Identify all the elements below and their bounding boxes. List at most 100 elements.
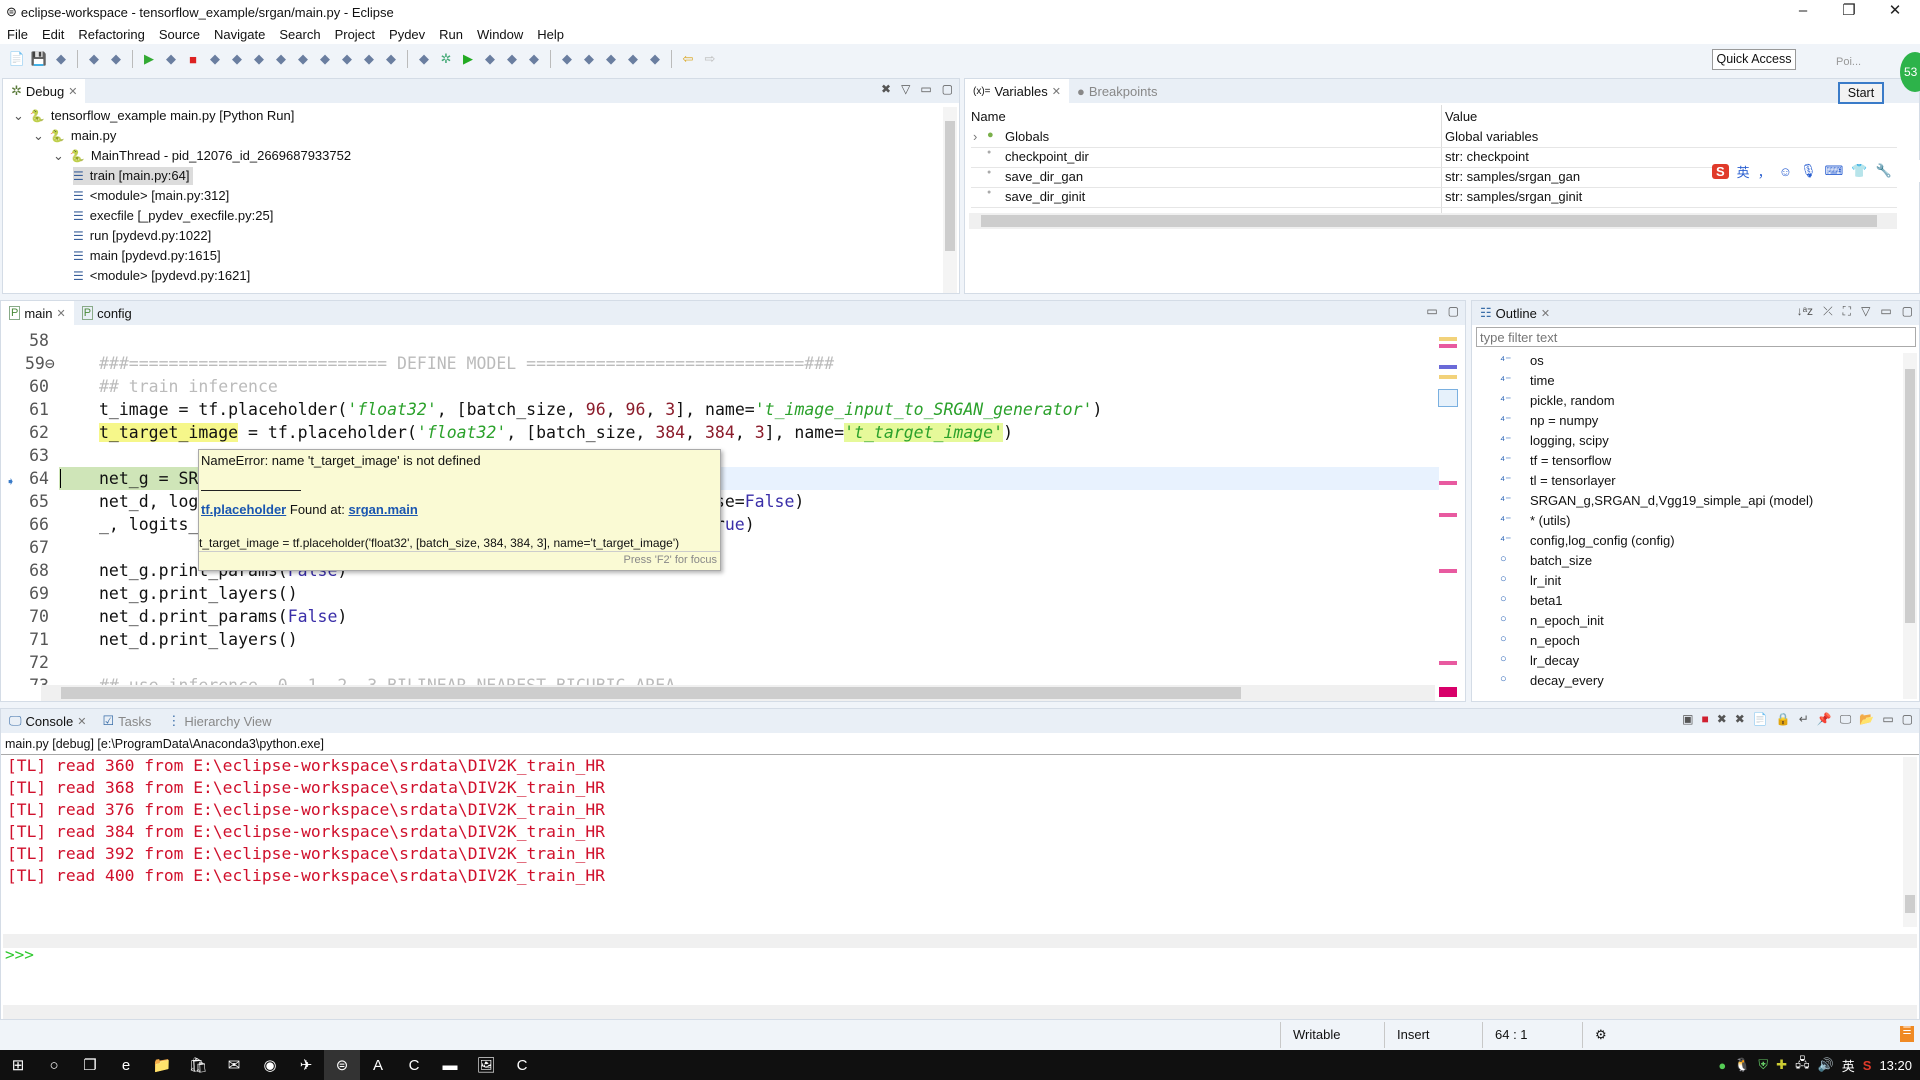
store-icon[interactable]: 🛍 <box>180 1050 216 1080</box>
maximize-icon[interactable]: ▢ <box>942 82 953 96</box>
variable-value[interactable]: str: checkpoint <box>1445 149 1529 164</box>
debug-scrollbar[interactable] <box>943 107 957 293</box>
outline-item[interactable]: decay_every <box>1530 673 1604 688</box>
code-line[interactable]: 59⊖ ###========================== DEFINE … <box>1 352 1439 375</box>
quick-access-field[interactable]: Quick Access <box>1712 49 1796 70</box>
console-prompt[interactable]: >>> <box>5 945 34 964</box>
maximize-icon[interactable]: ▢ <box>1902 712 1913 727</box>
debug-tree-item[interactable]: ⌄ 🐍 MainThread - pid_12076_id_266968793375… <box>53 147 351 165</box>
mail-icon[interactable]: ✉ <box>216 1050 252 1080</box>
outline-item[interactable]: config,log_config (config) <box>1530 533 1675 548</box>
drop-to-frame-icon[interactable]: ◆ <box>294 50 312 68</box>
use-step-filters-icon[interactable]: ◆ <box>316 50 334 68</box>
settings-wrench-icon[interactable]: 🔧 <box>1875 163 1891 179</box>
close-tab-icon[interactable]: ✕ <box>1541 307 1550 320</box>
edge-icon[interactable]: e <box>108 1050 144 1080</box>
minimize-icon[interactable]: ▭ <box>1426 304 1437 318</box>
expand-all-icon[interactable]: ⛶ <box>1843 304 1851 319</box>
last-edit-icon[interactable]: ◆ <box>646 50 664 68</box>
outline-item[interactable]: beta1 <box>1530 593 1563 608</box>
volume-icon[interactable]: 🔊 <box>1818 1057 1834 1073</box>
open-console-icon[interactable]: 📂 <box>1859 712 1874 727</box>
minimize-button[interactable]: – <box>1780 0 1826 24</box>
outline-item[interactable]: tf = tensorflow <box>1530 453 1611 468</box>
run-icon[interactable]: ▶ <box>459 50 477 68</box>
cortana-icon[interactable]: ○ <box>36 1050 72 1080</box>
outline-scrollbar[interactable] <box>1903 353 1917 699</box>
pydev-debug-icon[interactable]: ◆ <box>382 50 400 68</box>
debug-icon[interactable]: ✲ <box>437 50 455 68</box>
tab-variables[interactable]: (x)= Variables ✕ <box>965 79 1069 103</box>
display-console-icon[interactable]: 🖵 <box>1840 712 1852 727</box>
clock[interactable]: 13:20 <box>1879 1058 1912 1073</box>
debug-tree-item[interactable]: ☰ <module> [main.py:312] <box>73 187 229 205</box>
profile-icon[interactable]: ◆ <box>85 50 103 68</box>
debug-tree-item[interactable]: ⌄ 🐍 main.py <box>33 127 116 145</box>
remove-all-icon[interactable]: ✖ <box>1735 712 1745 727</box>
open-type-icon[interactable]: ◆ <box>415 50 433 68</box>
console-line[interactable]: [TL] read 368 from E:\eclipse-workspace\… <box>7 777 605 799</box>
pydev-icon[interactable]: ◆ <box>338 50 356 68</box>
tooltip-link-module[interactable]: srgan.main <box>348 502 417 517</box>
outline-item[interactable]: lr_init <box>1530 573 1561 588</box>
close-button[interactable]: ✕ <box>1872 0 1918 24</box>
save-all-icon[interactable]: ◆ <box>52 50 70 68</box>
start-button[interactable]: Start <box>1838 82 1884 104</box>
outline-item[interactable]: n_epoch <box>1530 633 1580 648</box>
windows-start-icon[interactable]: ⊞ <box>0 1050 36 1080</box>
previous-annotation-icon[interactable]: ◆ <box>624 50 642 68</box>
console-terminal-icon[interactable]: ▣ <box>1682 712 1693 727</box>
sogou-tray-icon[interactable]: S <box>1863 1058 1872 1073</box>
code-line[interactable]: 72 <box>1 651 1439 674</box>
console-line[interactable]: [TL] read 392 from E:\eclipse-workspace\… <box>7 843 605 865</box>
outline-item[interactable]: logging, scipy <box>1530 433 1609 448</box>
keyboard-icon[interactable]: ⌨ <box>1825 163 1844 179</box>
recorder-icon[interactable]: C <box>504 1050 540 1080</box>
microphone-icon[interactable]: 🎙 <box>1800 163 1817 179</box>
chevron-right-icon[interactable]: › <box>973 129 977 144</box>
toggle-breakpoint-icon[interactable]: ◆ <box>360 50 378 68</box>
tray-app-icon[interactable]: ● <box>1718 1058 1726 1073</box>
variable-name[interactable]: save_dir_gan <box>1005 169 1083 184</box>
skip-breakpoints-icon[interactable]: ◆ <box>107 50 125 68</box>
debug-tree-item[interactable]: ☰ main [pydevd.py:1615] <box>73 247 221 265</box>
maximize-icon[interactable]: ▢ <box>1448 304 1459 318</box>
app-icon[interactable]: ✈ <box>288 1050 324 1080</box>
variable-name[interactable]: save_dir_ginit <box>1005 189 1085 204</box>
code-line[interactable]: 69 net_g.print_layers() <box>1 582 1439 605</box>
eclipse-icon[interactable]: ⊜ <box>324 1050 360 1080</box>
forward-icon[interactable]: ⇨ <box>701 50 719 68</box>
tab-hierarchy-view[interactable]: ⋮ Hierarchy View <box>159 709 279 733</box>
acrobat-icon[interactable]: A <box>360 1050 396 1080</box>
restore-button[interactable]: ❐ <box>1826 0 1872 24</box>
pin-console-icon[interactable]: 📌 <box>1817 712 1832 727</box>
terminal-icon[interactable]: ▬ <box>432 1050 468 1080</box>
outline-item[interactable]: batch_size <box>1530 553 1592 568</box>
menu-refactoring[interactable]: Refactoring <box>71 27 151 42</box>
step-over-icon[interactable]: ◆ <box>250 50 268 68</box>
browser-icon[interactable]: ◉ <box>252 1050 288 1080</box>
terminate-icon[interactable]: ■ <box>1701 712 1708 727</box>
tray-plus-icon[interactable]: ✚ <box>1776 1057 1787 1073</box>
resume-icon[interactable]: ▶ <box>140 50 158 68</box>
next-annotation-icon[interactable]: ◆ <box>602 50 620 68</box>
ime-punct[interactable]: ， <box>1758 162 1771 181</box>
outline-item[interactable]: SRGAN_g,SRGAN_d,Vgg19_simple_api (model) <box>1530 493 1813 508</box>
menu-edit[interactable]: Edit <box>35 27 71 42</box>
open-project-icon[interactable]: ◆ <box>525 50 543 68</box>
outline-item[interactable]: pickle, random <box>1530 393 1615 408</box>
menu-run[interactable]: Run <box>432 27 470 42</box>
tab-outline[interactable]: ☷ Outline ✕ <box>1472 301 1558 325</box>
chevron-down-icon[interactable]: ⌄ <box>13 107 24 125</box>
pin-icon[interactable]: ◆ <box>580 50 598 68</box>
variables-hscrollbar[interactable] <box>969 213 1897 229</box>
task-view-icon[interactable]: ❐ <box>72 1050 108 1080</box>
rss-feed-icon[interactable]: ☰ <box>1900 1026 1914 1042</box>
minimize-icon[interactable]: ▭ <box>920 82 931 96</box>
variable-value[interactable]: str: samples/srgan_ginit <box>1445 189 1582 204</box>
code-line[interactable]: 62 t_target_image = tf.placeholder('float… <box>1 421 1439 444</box>
coverage-icon[interactable]: ◆ <box>481 50 499 68</box>
step-into-icon[interactable]: ◆ <box>228 50 246 68</box>
code-line[interactable]: 70 net_d.print_params(False) <box>1 605 1439 628</box>
minimize-icon[interactable]: ▭ <box>1880 304 1891 319</box>
